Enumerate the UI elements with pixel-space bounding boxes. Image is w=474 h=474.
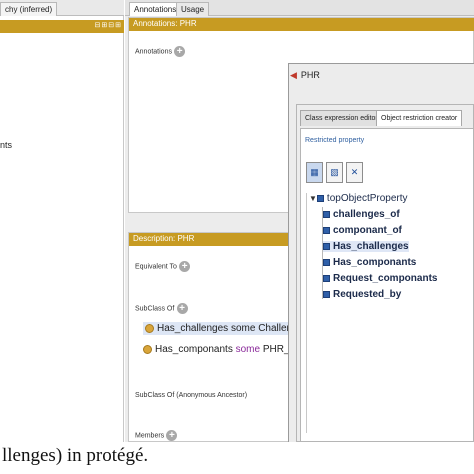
object-property-icon <box>323 226 330 234</box>
view-controls-icon[interactable]: ⊟⊞⊟⊞ <box>95 20 122 32</box>
tree-node-label: Request_componants <box>333 273 438 284</box>
add-annotation-icon[interactable]: + <box>174 46 186 57</box>
class-tree-fragment[interactable]: nts <box>0 140 12 150</box>
add-member-icon[interactable]: + <box>166 430 178 441</box>
class-hierarchy-header-bar: ⊟⊞⊟⊞ <box>0 20 124 33</box>
members-row: Members + <box>135 430 178 441</box>
class-hierarchy-panel <box>0 0 124 442</box>
tree-node[interactable]: Request_componants <box>323 273 437 284</box>
tree-node-label: Has_challenges <box>333 241 409 252</box>
object-property-icon <box>323 290 330 298</box>
tab-class-expression-editor[interactable]: Class expression editor <box>300 110 383 126</box>
tab-class-hierarchy-inferred[interactable]: chy (inferred) <box>0 2 58 16</box>
dialog-title-bar: ◀ PHR <box>290 70 320 81</box>
tree-node[interactable]: componant_of <box>323 225 402 236</box>
add-subclass-icon[interactable]: + <box>176 303 188 314</box>
restricted-property-title: Restricted property <box>305 137 365 144</box>
tree-node-label: topObjectProperty <box>326 193 408 204</box>
tree-node-root[interactable]: ▼ topObjectProperty <box>309 193 408 204</box>
figure-caption: llenges) in protégé. <box>0 442 474 474</box>
subclass-of-label: SubClass Of <box>135 305 175 313</box>
object-property-icon <box>316 194 324 202</box>
axiom-property: Has_componants <box>155 344 233 355</box>
dialog-title: PHR <box>300 70 320 80</box>
delete-property-icon[interactable]: ✕ <box>346 162 363 183</box>
add-equivalent-icon[interactable]: + <box>179 261 191 272</box>
equivalent-to-row: Equivalent To + <box>135 261 191 272</box>
tree-node-label: challenges_of <box>333 209 400 220</box>
anonymous-ancestor-row: SubClass Of (Anonymous Ancestor) <box>135 390 247 399</box>
subclass-of-row: SubClass Of + <box>135 303 188 314</box>
object-property-icon <box>323 242 330 250</box>
annotations-header-bar: Annotations: PHR <box>129 18 474 31</box>
anonymous-ancestor-label: SubClass Of (Anonymous Ancestor) <box>135 392 248 399</box>
subclass-axiom-row[interactable]: Has_challenges some Challenges <box>143 322 311 335</box>
tab-usage[interactable]: Usage <box>176 2 210 16</box>
axiom-keyword: some <box>230 323 256 334</box>
protege-logo-icon: ◀ <box>290 70 297 80</box>
tree-node-label: Has_componants <box>333 257 417 268</box>
object-property-icon <box>323 274 330 282</box>
tab-annotations[interactable]: Annotations <box>129 2 182 16</box>
tree-node-label: componant_of <box>333 225 402 236</box>
expand-toggle-icon[interactable]: ▼ <box>309 194 317 203</box>
object-property-icon <box>323 258 330 266</box>
equivalent-to-label: Equivalent To <box>135 263 177 271</box>
tab-object-restriction-creator[interactable]: Object restriction creator <box>376 110 463 126</box>
annotations-row: Annotations + <box>135 46 186 57</box>
tree-node-label: Requested_by <box>333 289 402 300</box>
tree-connector <box>322 207 323 299</box>
tree-node[interactable]: challenges_of <box>323 209 400 220</box>
object-property-icon <box>323 210 330 218</box>
class-axiom-bullet-icon <box>145 323 154 333</box>
object-property-tree: ▼ topObjectProperty challenges_of compona… <box>306 193 472 433</box>
tree-node[interactable]: Has_componants <box>323 257 416 268</box>
annotations-label: Annotations <box>135 48 172 56</box>
members-label: Members <box>135 432 165 440</box>
add-subproperty-icon[interactable]: ▦ <box>306 162 323 183</box>
tree-node-selected[interactable]: Has_challenges <box>323 241 409 252</box>
class-axiom-bullet-icon <box>143 344 152 354</box>
axiom-keyword: some <box>235 344 261 355</box>
add-sibling-property-icon[interactable]: ▧ <box>326 162 343 183</box>
tree-node[interactable]: Requested_by <box>323 289 401 300</box>
axiom-property: Has_challenges <box>157 323 229 334</box>
